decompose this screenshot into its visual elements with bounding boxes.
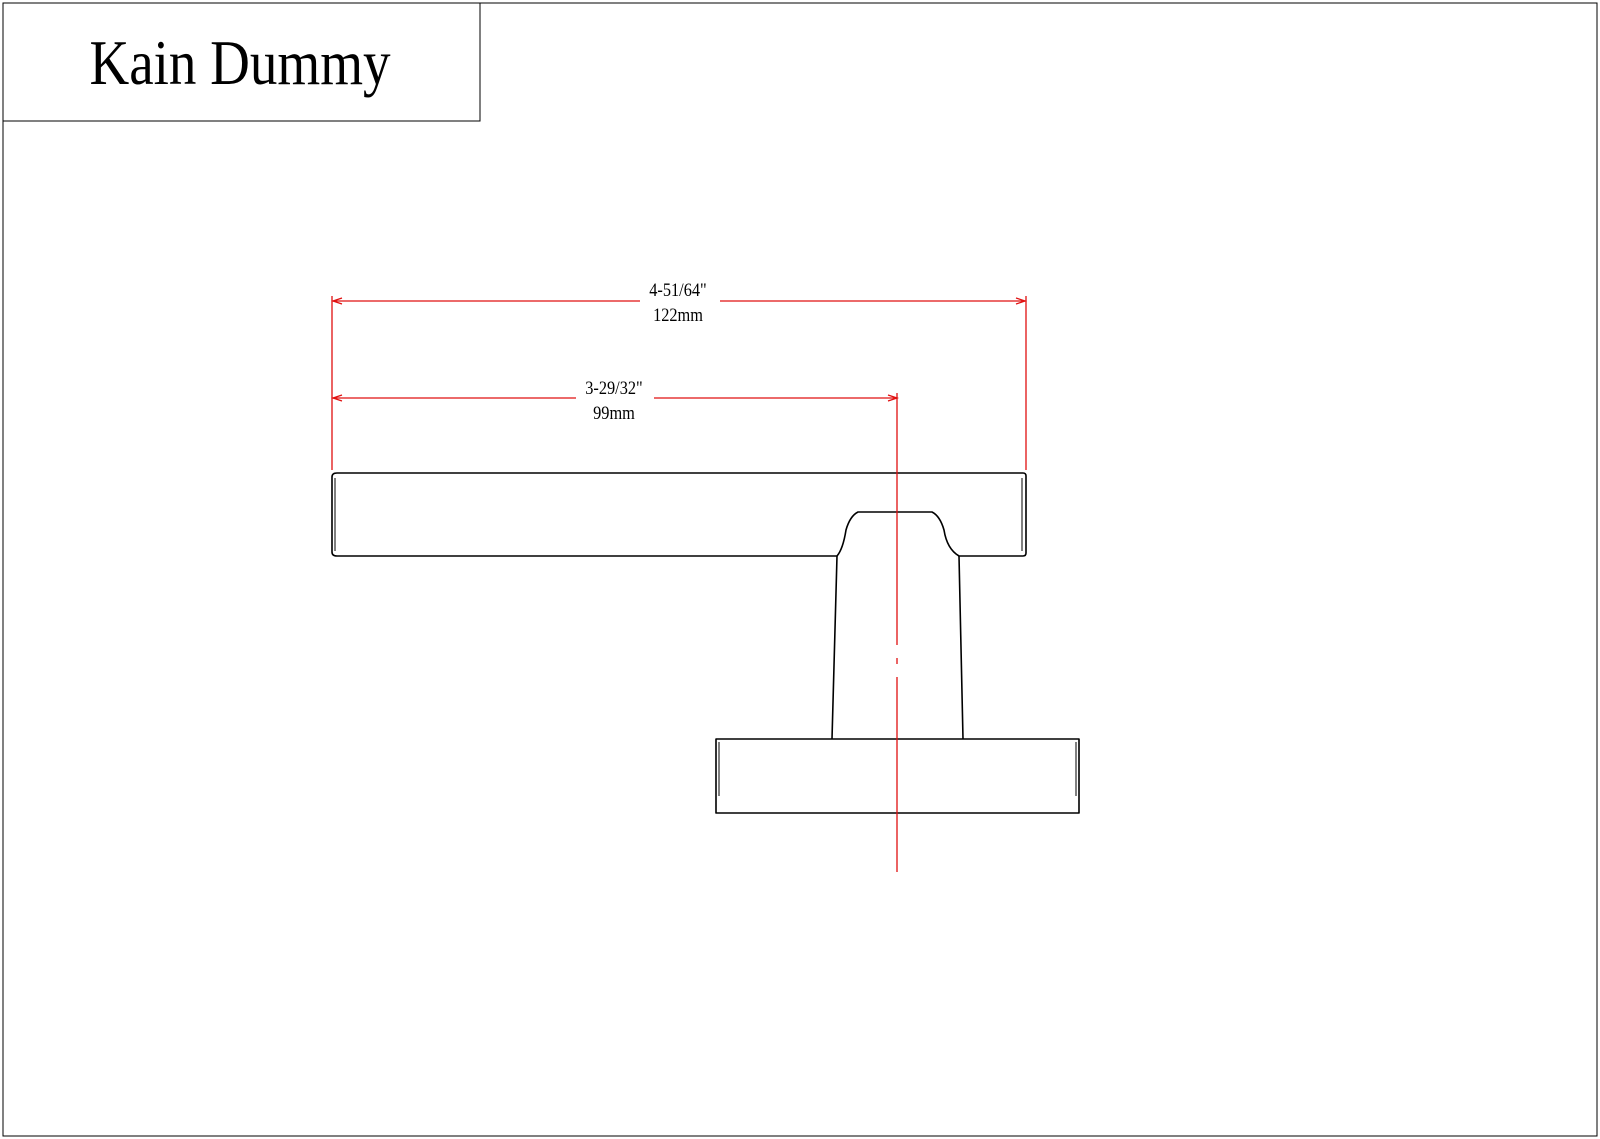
drawing-title: Kain Dummy	[89, 27, 390, 98]
title-block: Kain Dummy	[2, 2, 481, 122]
projection-metric: 99mm	[593, 402, 635, 423]
dimension-projection: 3-29/32" 99mm	[330, 375, 900, 423]
sheet-border	[2, 2, 1598, 1137]
lever-handle-drawing	[331, 472, 1080, 814]
lever-arm	[331, 472, 1027, 557]
drawing-sheet: Kain Dummy 4-51/64" 122mm 3-29/32" 99mm	[2, 2, 1598, 1137]
overall-length-metric: 122mm	[653, 304, 703, 325]
projection-imperial: 3-29/32"	[585, 377, 642, 398]
dimension-overall-length: 4-51/64" 122mm	[330, 278, 1028, 470]
overall-length-imperial: 4-51/64"	[649, 279, 706, 300]
